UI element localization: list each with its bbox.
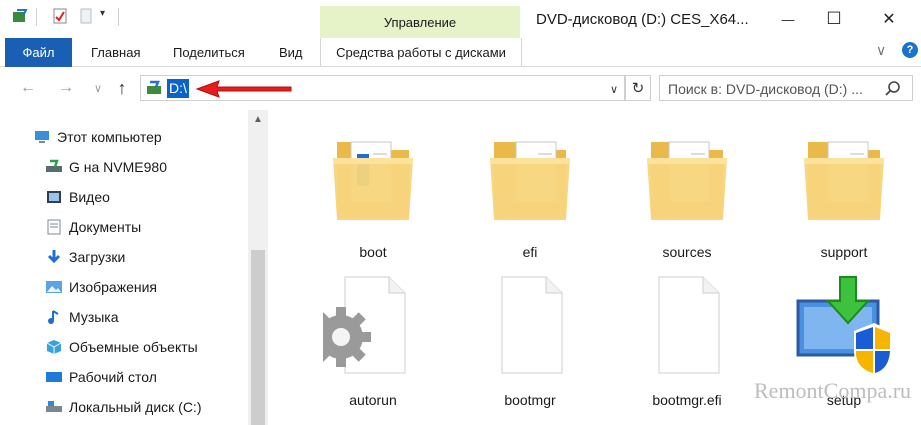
setup-icon	[794, 275, 894, 378]
checklist-icon[interactable]	[52, 8, 68, 24]
computer-icon	[33, 129, 51, 145]
file-name: bootmgr.efi	[652, 392, 722, 408]
file-item[interactable]: support	[784, 128, 904, 268]
up-icon[interactable]: ↑	[112, 78, 132, 98]
video-icon	[45, 189, 63, 205]
tab-home[interactable]: Главная	[91, 38, 140, 66]
file-name: bootmgr	[504, 392, 556, 408]
tree-item[interactable]: Загрузки	[45, 244, 125, 270]
help-icon[interactable]: ?	[902, 42, 918, 58]
maximize-button[interactable]: ☐	[811, 0, 857, 38]
scrollbar-thumb[interactable]	[251, 250, 265, 425]
folder-icon	[480, 128, 580, 231]
file-item[interactable]: autorun	[311, 275, 433, 415]
context-tab-manage[interactable]: Управление	[320, 6, 520, 38]
tree-item[interactable]: Локальный диск (C:)	[45, 394, 202, 420]
properties-icon[interactable]	[12, 8, 28, 24]
toolbar-divider	[118, 8, 119, 26]
minimize-button[interactable]: —	[765, 0, 811, 38]
file-icon	[637, 275, 737, 378]
maximize-icon: ☐	[826, 9, 842, 28]
file-name: boot	[359, 244, 387, 260]
local-disk-icon	[45, 399, 63, 415]
file-item[interactable]: sources	[627, 128, 747, 268]
scroll-up-icon[interactable]: ▲	[251, 112, 265, 126]
forward-icon[interactable]: →	[56, 78, 76, 98]
tree-item[interactable]: Рабочий стол	[45, 364, 157, 390]
desktop-icon	[45, 369, 63, 385]
quick-access-dropdown-icon[interactable]: ▾	[100, 8, 105, 19]
refresh-icon[interactable]: ↻	[625, 75, 651, 101]
ribbon-collapse-icon[interactable]: ∨	[876, 42, 886, 59]
tree-item[interactable]: Изображения	[45, 274, 157, 300]
folder-icon	[323, 128, 423, 231]
tree-item-label: Объемные объекты	[69, 339, 198, 355]
music-icon	[45, 309, 63, 325]
tree-item[interactable]: Документы	[45, 214, 141, 240]
file-item[interactable]: bootmgr	[470, 275, 590, 415]
downloads-icon	[45, 249, 63, 265]
tab-share[interactable]: Поделиться	[173, 38, 245, 66]
tree-item-label: Локальный диск (C:)	[69, 399, 202, 415]
file-name: sources	[662, 244, 712, 260]
network-drive-icon	[45, 159, 63, 175]
watermark: RemontCompa.ru	[754, 378, 912, 403]
address-text[interactable]: D:\	[167, 79, 189, 98]
tree-item-label: Музыка	[69, 309, 119, 325]
file-icon	[480, 275, 580, 378]
new-folder-icon[interactable]	[78, 8, 94, 24]
tab-file[interactable]: Файл	[5, 38, 72, 67]
tree-item[interactable]: G на NVME980	[45, 154, 167, 180]
search-icon[interactable]	[883, 79, 903, 99]
file-name: efi	[522, 244, 538, 260]
folder-icon	[637, 128, 737, 231]
search-placeholder[interactable]: Поиск в: DVD-дисковод (D:) ...	[668, 81, 863, 97]
tab-drive-tools[interactable]: Средства работы с дисками	[320, 38, 522, 66]
file-item[interactable]: bootmgr.efi	[627, 275, 747, 415]
minimize-icon: —	[781, 11, 795, 27]
file-item[interactable]: boot	[313, 128, 433, 268]
documents-icon	[45, 219, 63, 235]
tree-item-label: Изображения	[69, 279, 157, 295]
tree-item[interactable]: Объемные объекты	[45, 334, 198, 360]
3d-objects-icon	[45, 339, 63, 355]
tab-view[interactable]: Вид	[279, 38, 303, 66]
tree-item-label: G на NVME980	[69, 159, 167, 175]
close-button[interactable]: ✕	[866, 0, 912, 38]
tree-item[interactable]: Этот компьютер	[33, 124, 162, 150]
settings-file-icon	[311, 275, 423, 378]
window-title: DVD-дисковод (D:) CES_X64...	[536, 11, 749, 28]
tree-item-label: Рабочий стол	[69, 369, 157, 385]
folder-icon	[794, 128, 894, 231]
tree-item-label: Этот компьютер	[57, 129, 162, 145]
file-name: autorun	[349, 392, 397, 408]
tree-item-label: Документы	[69, 219, 142, 235]
pictures-icon	[45, 279, 63, 295]
address-dropdown-icon[interactable]: ∨	[605, 80, 623, 98]
toolbar-divider	[36, 8, 37, 26]
annotation-arrow	[195, 80, 292, 98]
file-item[interactable]: efi	[470, 128, 590, 268]
dvd-drive-icon	[147, 80, 161, 94]
recent-dropdown-icon[interactable]: ∨	[88, 78, 108, 98]
tree-item-label: Видео	[69, 189, 110, 205]
tree-item[interactable]: Музыка	[45, 304, 119, 330]
context-tab-label: Управление	[383, 15, 457, 30]
file-name: support	[820, 244, 868, 260]
back-icon[interactable]: ←	[18, 78, 38, 98]
tree-item[interactable]: Видео	[45, 184, 110, 210]
tree-item-label: Загрузки	[69, 249, 126, 265]
close-icon: ✕	[882, 11, 896, 28]
